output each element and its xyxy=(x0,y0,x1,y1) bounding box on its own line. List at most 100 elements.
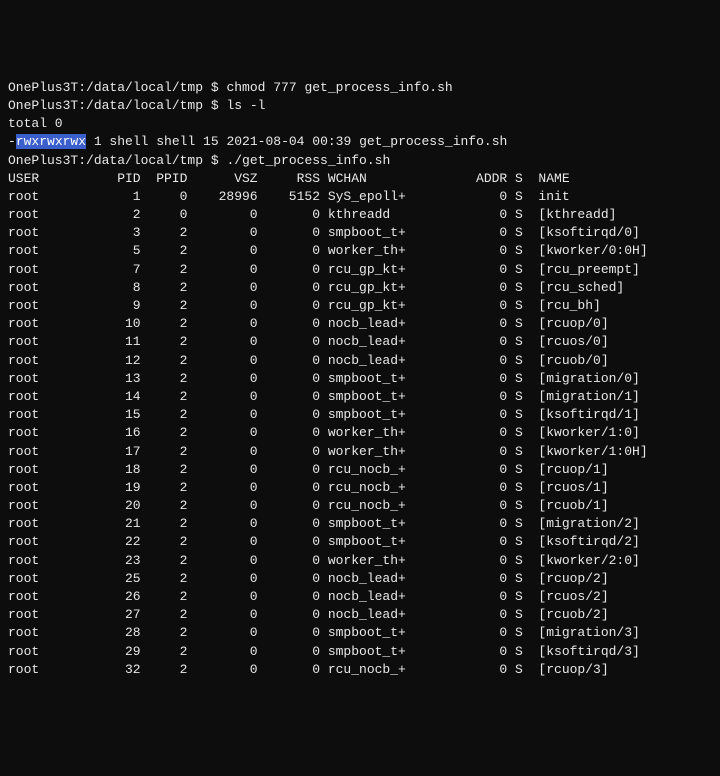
cell-user: root xyxy=(8,588,55,606)
cell-rss: 0 xyxy=(258,388,320,406)
ps-row: root20200rcu_nocb_+0S[rcuob/1] xyxy=(8,497,712,515)
cell-vsz: 0 xyxy=(187,315,257,333)
cell-ppid: 2 xyxy=(141,352,188,370)
cell-vsz: 0 xyxy=(187,497,257,515)
cell-addr: 0 xyxy=(414,624,508,642)
cell-addr: 0 xyxy=(414,261,508,279)
cell-pid: 12 xyxy=(55,352,141,370)
cell-wchan: smpboot_t+ xyxy=(320,388,414,406)
cell-wchan: worker_th+ xyxy=(320,424,414,442)
cell-user: root xyxy=(8,624,55,642)
cell-name: [rcuop/3] xyxy=(531,661,609,679)
cell-name: [kthreadd] xyxy=(531,206,617,224)
hdr-user: USER xyxy=(8,170,55,188)
prompt-line-2: OnePlus3T:/data/local/tmp $ ls -l xyxy=(8,97,712,115)
ls-entry: -rwxrwxrwx 1 shell shell 15 2021-08-04 0… xyxy=(8,133,712,151)
cell-name: [kworker/2:0] xyxy=(531,552,640,570)
cell-vsz: 0 xyxy=(187,424,257,442)
cell-addr: 0 xyxy=(414,424,508,442)
terminal[interactable]: OnePlus3T:/data/local/tmp $ chmod 777 ge… xyxy=(8,79,712,679)
cell-wchan: smpboot_t+ xyxy=(320,370,414,388)
cell-user: root xyxy=(8,206,55,224)
perm-dash: - xyxy=(8,134,16,149)
cell-ppid: 2 xyxy=(141,279,188,297)
cell-addr: 0 xyxy=(414,352,508,370)
cell-pid: 10 xyxy=(55,315,141,333)
cell-vsz: 0 xyxy=(187,242,257,260)
cell-name: [ksoftirqd/2] xyxy=(531,533,640,551)
cell-user: root xyxy=(8,242,55,260)
cell-rss: 0 xyxy=(258,242,320,260)
cell-s: S xyxy=(507,261,530,279)
cell-name: [rcu_preempt] xyxy=(531,261,640,279)
cell-rss: 0 xyxy=(258,206,320,224)
ps-row: root19200rcu_nocb_+0S[rcuos/1] xyxy=(8,479,712,497)
ps-header: USERPIDPPIDVSZRSSWCHANADDRSNAME xyxy=(8,170,712,188)
cell-rss: 0 xyxy=(258,552,320,570)
cell-wchan: rcu_gp_kt+ xyxy=(320,261,414,279)
cell-vsz: 0 xyxy=(187,297,257,315)
cell-addr: 0 xyxy=(414,370,508,388)
cell-wchan: smpboot_t+ xyxy=(320,624,414,642)
cell-rss: 0 xyxy=(258,461,320,479)
cell-rss: 0 xyxy=(258,624,320,642)
cell-wchan: rcu_gp_kt+ xyxy=(320,297,414,315)
cell-ppid: 2 xyxy=(141,224,188,242)
cell-ppid: 2 xyxy=(141,333,188,351)
cell-user: root xyxy=(8,315,55,333)
cell-vsz: 0 xyxy=(187,461,257,479)
cell-user: root xyxy=(8,461,55,479)
cell-pid: 28 xyxy=(55,624,141,642)
cell-user: root xyxy=(8,424,55,442)
cell-pid: 11 xyxy=(55,333,141,351)
hdr-vsz: VSZ xyxy=(187,170,257,188)
ps-row: root26200nocb_lead+0S[rcuos/2] xyxy=(8,588,712,606)
cell-s: S xyxy=(507,406,530,424)
cell-s: S xyxy=(507,279,530,297)
cell-rss: 0 xyxy=(258,224,320,242)
cell-name: [kworker/1:0H] xyxy=(531,443,648,461)
cell-vsz: 0 xyxy=(187,515,257,533)
cell-addr: 0 xyxy=(414,224,508,242)
cell-name: [rcuob/0] xyxy=(531,352,609,370)
cell-vsz: 0 xyxy=(187,661,257,679)
cell-addr: 0 xyxy=(414,552,508,570)
hdr-s: S xyxy=(507,170,530,188)
cell-pid: 16 xyxy=(55,424,141,442)
cell-wchan: rcu_gp_kt+ xyxy=(320,279,414,297)
cell-wchan: rcu_nocb_+ xyxy=(320,461,414,479)
cell-ppid: 0 xyxy=(141,206,188,224)
cell-user: root xyxy=(8,279,55,297)
cell-vsz: 0 xyxy=(187,606,257,624)
cell-pid: 5 xyxy=(55,242,141,260)
cell-rss: 0 xyxy=(258,533,320,551)
cell-name: [migration/0] xyxy=(531,370,640,388)
cell-ppid: 2 xyxy=(141,497,188,515)
cell-s: S xyxy=(507,443,530,461)
cell-rss: 0 xyxy=(258,370,320,388)
cell-user: root xyxy=(8,406,55,424)
cell-wchan: nocb_lead+ xyxy=(320,333,414,351)
cell-s: S xyxy=(507,461,530,479)
cell-name: [rcuos/2] xyxy=(531,588,609,606)
cell-wchan: rcu_nocb_+ xyxy=(320,497,414,515)
cell-s: S xyxy=(507,206,530,224)
ps-row: root15200smpboot_t+0S[ksoftirqd/1] xyxy=(8,406,712,424)
cell-user: root xyxy=(8,388,55,406)
cell-vsz: 28996 xyxy=(187,188,257,206)
cell-ppid: 2 xyxy=(141,643,188,661)
cell-addr: 0 xyxy=(414,661,508,679)
cell-wchan: worker_th+ xyxy=(320,242,414,260)
cell-pid: 8 xyxy=(55,279,141,297)
cell-ppid: 2 xyxy=(141,424,188,442)
cell-wchan: worker_th+ xyxy=(320,443,414,461)
cell-rss: 0 xyxy=(258,661,320,679)
cell-s: S xyxy=(507,297,530,315)
cell-pid: 13 xyxy=(55,370,141,388)
cell-name: init xyxy=(531,188,570,206)
cell-ppid: 2 xyxy=(141,406,188,424)
cell-ppid: 2 xyxy=(141,479,188,497)
cell-vsz: 0 xyxy=(187,279,257,297)
cell-s: S xyxy=(507,352,530,370)
cell-addr: 0 xyxy=(414,643,508,661)
